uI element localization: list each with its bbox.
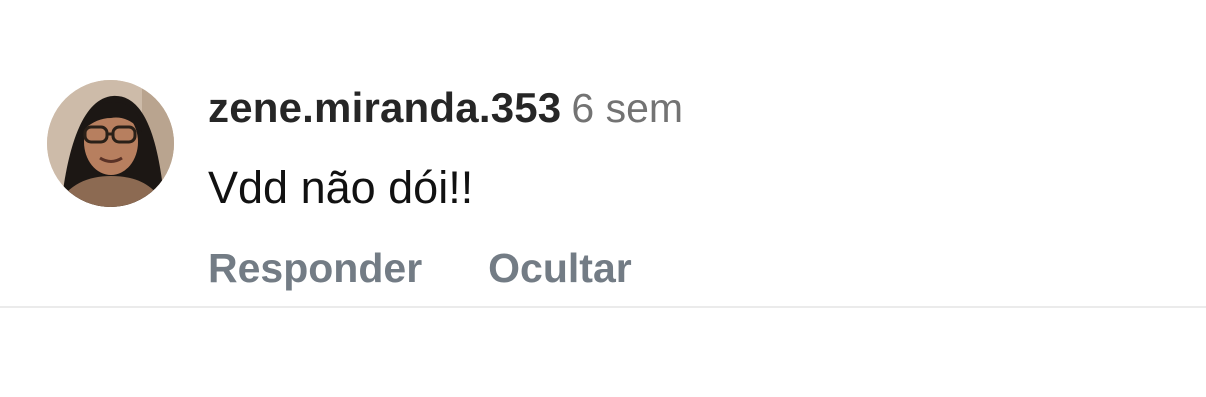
comment-text: Vdd não dói!! <box>208 162 474 213</box>
comment-header: zene.miranda.353 6 sem <box>208 82 683 134</box>
reply-button[interactable]: Responder <box>208 242 422 294</box>
comment-item: zene.miranda.353 6 sem Vdd não dói!! Resp… <box>0 0 1206 307</box>
username-link[interactable]: zene.miranda.353 <box>208 84 561 131</box>
profile-photo-icon <box>47 80 174 207</box>
divider <box>0 306 1206 308</box>
comment-actions: Responder Ocultar <box>208 242 632 294</box>
hide-button[interactable]: Ocultar <box>488 242 632 294</box>
avatar[interactable] <box>47 80 174 207</box>
comment-timestamp[interactable]: 6 sem <box>571 85 683 131</box>
